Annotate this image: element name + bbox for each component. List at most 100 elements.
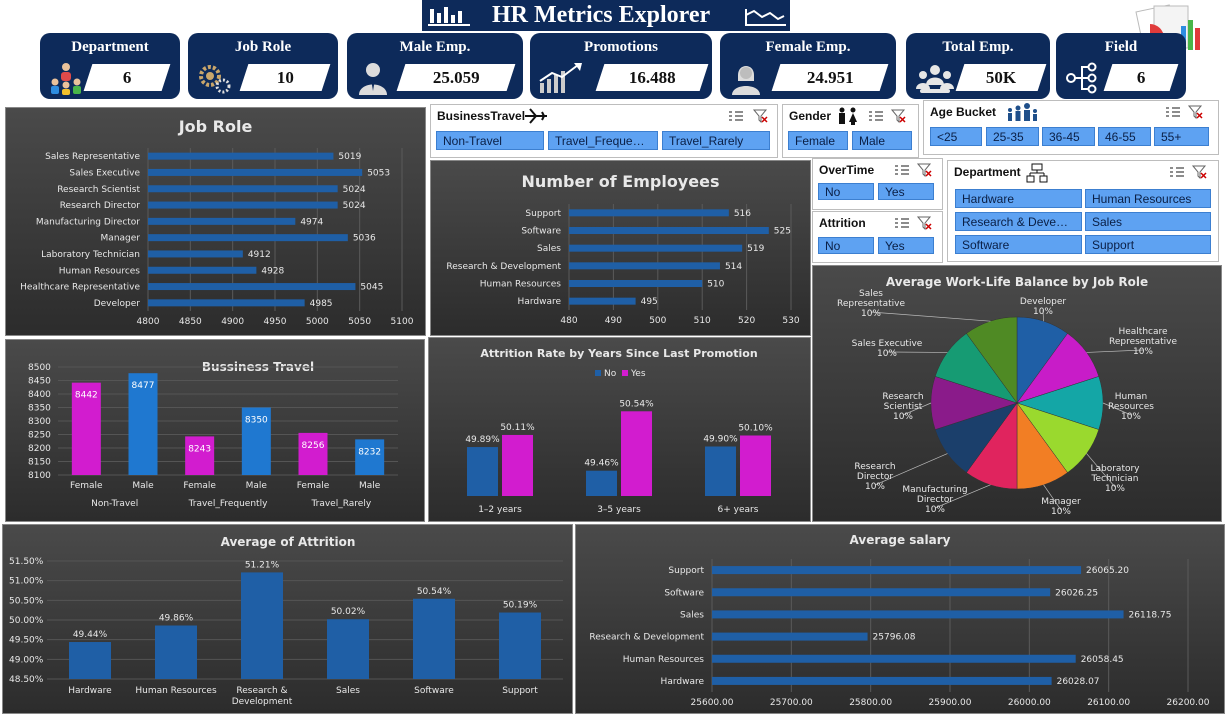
group-icon [914,61,956,95]
bar-value-label: 49.89% [465,435,500,445]
kpi-male-emp-label: Male Emp. [347,39,523,56]
bar-value-label: 4928 [261,266,284,276]
y-category-label: Hardware [518,297,562,307]
slicer-item-attrition-yes[interactable]: Yes [878,237,934,254]
slicer-item-age-46-55[interactable]: 46-55 [1098,127,1151,146]
kpi-department-label: Department [40,39,180,56]
slicer-business-travel-title: BusinessTravel [437,109,525,123]
slicer-item-support[interactable]: Support [1085,235,1211,254]
slicer-business-travel: BusinessTravel Non-Travel Travel_Freque…… [430,104,778,158]
slice-value-label: 10% [861,309,881,319]
slicer-department-title: Department [954,165,1021,179]
y-category-label: Developer [94,299,141,309]
bar-value-label: 26065.20 [1086,566,1129,576]
chart-title: Average Work-Life Balance by Job Role [886,275,1148,289]
x-group-label: Travel_Frequently [188,499,269,509]
bar [712,588,1050,596]
kpi-total-emp-value: 50K [956,64,1047,91]
kpi-total-emp-label: Total Emp. [906,39,1050,56]
avg-salary-chart: Average salary25600.0025700.0025800.0025… [575,524,1225,714]
slicer-item-travel-rarely[interactable]: Travel_Rarely [662,131,770,150]
family-icon [1006,102,1038,122]
legend-swatch-yes [622,370,628,376]
slicer-item-male[interactable]: Male [852,131,912,150]
x-tick-label: 500 [649,316,666,326]
x-category-label: Research & [236,686,287,696]
x-category-label: 1–2 years [478,505,522,515]
slicer-item-travel-frequently[interactable]: Travel_Freque… [548,131,658,150]
bar-value-label: 5036 [353,234,376,244]
male-user-icon [355,61,391,95]
y-tick-label: 8150 [28,458,51,468]
slicer-item-attrition-no[interactable]: No [818,237,874,254]
x-category-label: Male [132,481,154,491]
bar-value-label: 50.10% [738,424,773,434]
kpi-field-value: 6 [1104,64,1179,91]
female-user-icon [728,61,764,95]
title-bar: HR Metrics Explorer [0,0,1228,31]
y-category-label: Human Resources [480,280,562,290]
slicer-overtime-title: OverTime [819,163,874,177]
y-category-label: Laboratory Technician [41,250,140,260]
slicer-item-research-development[interactable]: Research & Deve… [955,212,1082,231]
x-tick-label: 26200.00 [1167,698,1210,708]
slice-category-label: Manufacturing [902,485,967,495]
bar [148,185,338,192]
bar-value-label: 26026.25 [1055,588,1098,598]
slice-value-label: 10% [1133,347,1153,357]
wlb-pie-chart: Average Work-Life Balance by Job RoleDev… [812,265,1222,522]
y-category-label: Sales Executive [69,168,140,178]
y-tick-label: 49.00% [9,655,44,665]
slicer-item-age-25-35[interactable]: 25-35 [986,127,1039,146]
x-category-label: 6+ years [718,505,759,515]
slicer-item-sales[interactable]: Sales [1085,212,1211,231]
slicer-attrition-title: Attrition [819,216,866,230]
bar-value-label: 5053 [367,168,390,178]
bar-no [467,447,498,496]
x-group-label: Non-Travel [91,499,138,509]
x-group-label: Travel_Rarely [310,499,371,509]
slicer-item-age-36-45[interactable]: 36-45 [1042,127,1095,146]
bar-value-label: 4974 [300,217,323,227]
slicer-item-age-lt25[interactable]: <25 [930,127,982,146]
slicer-item-hardware[interactable]: Hardware [955,189,1082,208]
x-category-label: Male [359,481,381,491]
slicer-item-overtime-yes[interactable]: Yes [878,183,934,200]
x-tick-label: 5050 [348,317,371,327]
slicer-item-human-resources[interactable]: Human Resources [1085,189,1211,208]
x-tick-label: 25800.00 [849,698,892,708]
x-tick-label: 510 [694,316,711,326]
clear-filter-icon[interactable] [1192,164,1226,180]
bar [499,613,541,679]
y-tick-label: 8250 [28,431,51,441]
clear-filter-icon[interactable] [891,108,925,124]
y-tick-label: 8300 [28,417,51,427]
bar-value-label: 514 [725,262,742,272]
slicer-item-female[interactable]: Female [788,131,848,150]
chart-title: Job Role [178,117,253,136]
org-chart-icon [1026,163,1048,183]
x-tick-label: 25900.00 [929,698,972,708]
clear-filter-icon[interactable] [917,162,951,178]
clear-filter-icon[interactable] [1188,104,1222,120]
slicer-item-age-55plus[interactable]: 55+ [1154,127,1209,146]
bar [299,433,328,475]
slicer-item-non-travel[interactable]: Non-Travel [436,131,544,150]
x-tick-label: 25600.00 [691,698,734,708]
chart-title: Average salary [850,533,951,547]
y-category-label: Manager [101,234,141,244]
clear-filter-icon[interactable] [917,215,951,231]
bar-value-label: 495 [641,297,658,307]
gender-icon [836,107,860,125]
y-tick-label: 8450 [28,377,51,387]
bar [148,218,295,225]
slice-category-label: Healthcare [1118,327,1168,337]
kpi-promotions-label: Promotions [530,39,712,56]
slice-value-label: 10% [1051,507,1071,517]
slicer-item-overtime-no[interactable]: No [818,183,874,200]
bar [148,202,338,209]
bar [569,280,702,287]
bar-value-label: 8232 [358,447,381,457]
slice-category-label: Scientist [884,402,923,412]
slicer-item-software[interactable]: Software [955,235,1082,254]
